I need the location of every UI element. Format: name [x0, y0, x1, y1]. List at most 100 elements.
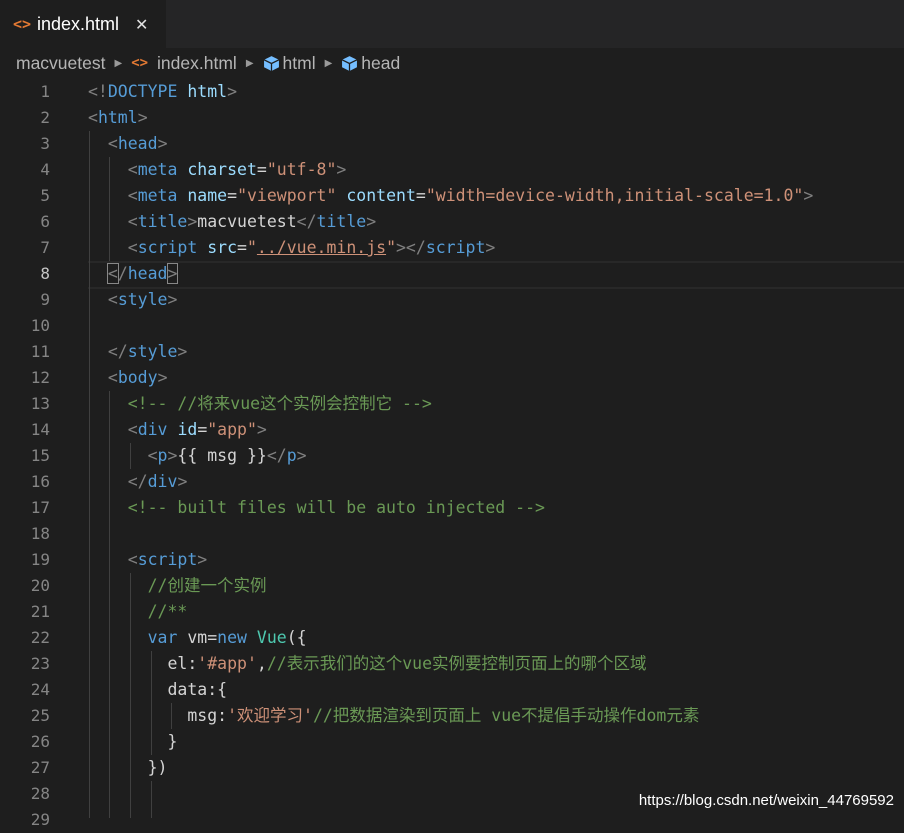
code-token: el: — [88, 654, 198, 673]
breadcrumb-symbol-html[interactable]: html — [283, 53, 316, 74]
code-line[interactable]: 20 //创建一个实例 — [0, 573, 904, 599]
code-token: > — [137, 108, 148, 127]
code-line[interactable]: 21 //** — [0, 599, 904, 625]
code-text: <meta charset="utf-8"> — [88, 157, 347, 183]
tab-index-html[interactable]: <> index.html ✕ — [0, 0, 166, 48]
code-token: Vue — [256, 628, 287, 647]
code-text: <body> — [88, 365, 168, 391]
code-line[interactable]: 7 <script src="../vue.min.js"></script> — [0, 235, 904, 261]
code-text: }) — [88, 755, 168, 781]
code-editor[interactable]: 1 <!DOCTYPE html> 2 <html> 3 <head> 4 <meta c… — [0, 79, 904, 829]
code-line[interactable]: 27 }) — [0, 755, 904, 781]
code-line[interactable]: 9 <style> — [0, 287, 904, 313]
code-token: meta — [137, 160, 178, 179]
code-token: style — [117, 290, 168, 309]
code-line[interactable]: 19 <script> — [0, 547, 904, 573]
code-line[interactable]: 22 var vm=new Vue({ — [0, 625, 904, 651]
line-number: 8 — [40, 264, 50, 283]
code-token: < — [147, 446, 158, 465]
code-text: data:{ — [88, 677, 227, 703]
code-token: < — [127, 550, 138, 569]
code-line[interactable]: 25 msg:'欢迎学习'//把数据渲染到页面上 vue不提倡手动操作dom元素 — [0, 703, 904, 729]
code-line[interactable]: 24 data:{ — [0, 677, 904, 703]
code-token: > — [157, 368, 168, 387]
code-token: < — [107, 290, 118, 309]
code-token: " — [246, 238, 257, 257]
code-line[interactable]: 16 </div> — [0, 469, 904, 495]
code-token: < — [127, 420, 138, 439]
chevron-right-icon: ▶ — [245, 57, 254, 69]
code-line[interactable]: 26 } — [0, 729, 904, 755]
code-line[interactable]: 14 <div id="app"> — [0, 417, 904, 443]
code-token: < — [127, 160, 138, 179]
code-token: script — [137, 550, 198, 569]
code-token: DOCTYPE — [107, 82, 178, 101]
code-token: </ — [296, 212, 317, 231]
line-number: 3 — [40, 134, 50, 153]
code-text: </head> — [88, 261, 179, 287]
chevron-right-icon: ▶ — [324, 57, 333, 69]
code-token: > — [366, 212, 377, 231]
code-line[interactable]: 29 — [0, 807, 904, 833]
breadcrumb-symbol-head[interactable]: head — [361, 53, 400, 74]
code-line[interactable]: 15 <p>{{ msg }}</p> — [0, 443, 904, 469]
code-line[interactable]: 17 <!-- built files will be auto injecte… — [0, 495, 904, 521]
code-text: </style> — [88, 339, 187, 365]
code-token: < — [107, 368, 118, 387]
code-token: name — [187, 186, 228, 205]
code-token: p — [286, 446, 297, 465]
code-line[interactable]: 18 — [0, 521, 904, 547]
code-token: "app" — [207, 420, 257, 439]
close-icon[interactable]: ✕ — [135, 15, 148, 34]
code-line[interactable]: 10 — [0, 313, 904, 339]
code-line[interactable]: 8 </head> — [0, 261, 904, 287]
line-number: 2 — [40, 108, 50, 127]
code-token: = — [415, 186, 426, 205]
code-line[interactable]: 12 <body> — [0, 365, 904, 391]
code-line[interactable]: 11 </style> — [0, 339, 904, 365]
line-number: 28 — [30, 784, 50, 803]
code-token: </ — [127, 472, 148, 491]
code-token: script — [137, 238, 198, 257]
code-token: head — [127, 264, 168, 283]
code-line[interactable]: 6 <title>macvuetest</title> — [0, 209, 904, 235]
code-token: > — [166, 263, 179, 284]
line-number: 9 — [40, 290, 50, 309]
code-token: < — [127, 186, 138, 205]
code-token: > — [485, 238, 496, 257]
code-text: var vm=new Vue({ — [88, 625, 307, 651]
line-number: 17 — [30, 498, 50, 517]
code-text: //** — [88, 599, 188, 625]
line-number: 24 — [30, 680, 50, 699]
code-token: > — [336, 160, 347, 179]
line-number: 15 — [30, 446, 50, 465]
code-token: //** — [147, 602, 188, 621]
html-file-icon: <> — [13, 15, 32, 33]
code-token: body — [117, 368, 158, 387]
code-token: new — [217, 628, 247, 647]
code-line[interactable]: 3 <head> — [0, 131, 904, 157]
code-token: "utf-8" — [266, 160, 337, 179]
code-line[interactable]: 2 <html> — [0, 105, 904, 131]
code-line[interactable]: 5 <meta name="viewport" content="width=d… — [0, 183, 904, 209]
code-token: > — [167, 290, 178, 309]
code-line[interactable]: 4 <meta charset="utf-8"> — [0, 157, 904, 183]
code-line[interactable]: 13 <!-- //将来vue这个实例会控制它 --> — [0, 391, 904, 417]
line-number: 23 — [30, 654, 50, 673]
code-line[interactable]: 1 <!DOCTYPE html> — [0, 79, 904, 105]
code-line[interactable]: 23 el:'#app',//表示我们的这个vue实例要控制页面上的哪个区域 — [0, 651, 904, 677]
code-token: //表示我们的这个vue实例要控制页面上的哪个区域 — [266, 654, 647, 673]
code-token: } — [88, 732, 178, 751]
breadcrumb-file[interactable]: index.html — [157, 53, 237, 74]
code-token: macvuetest — [197, 212, 297, 231]
code-token: , — [256, 654, 267, 673]
code-token: > — [296, 446, 307, 465]
code-token: html — [187, 82, 228, 101]
breadcrumb-folder[interactable]: macvuetest — [16, 53, 105, 74]
line-number: 27 — [30, 758, 50, 777]
symbol-element-icon — [342, 55, 358, 71]
code-token: ({ — [286, 628, 307, 647]
